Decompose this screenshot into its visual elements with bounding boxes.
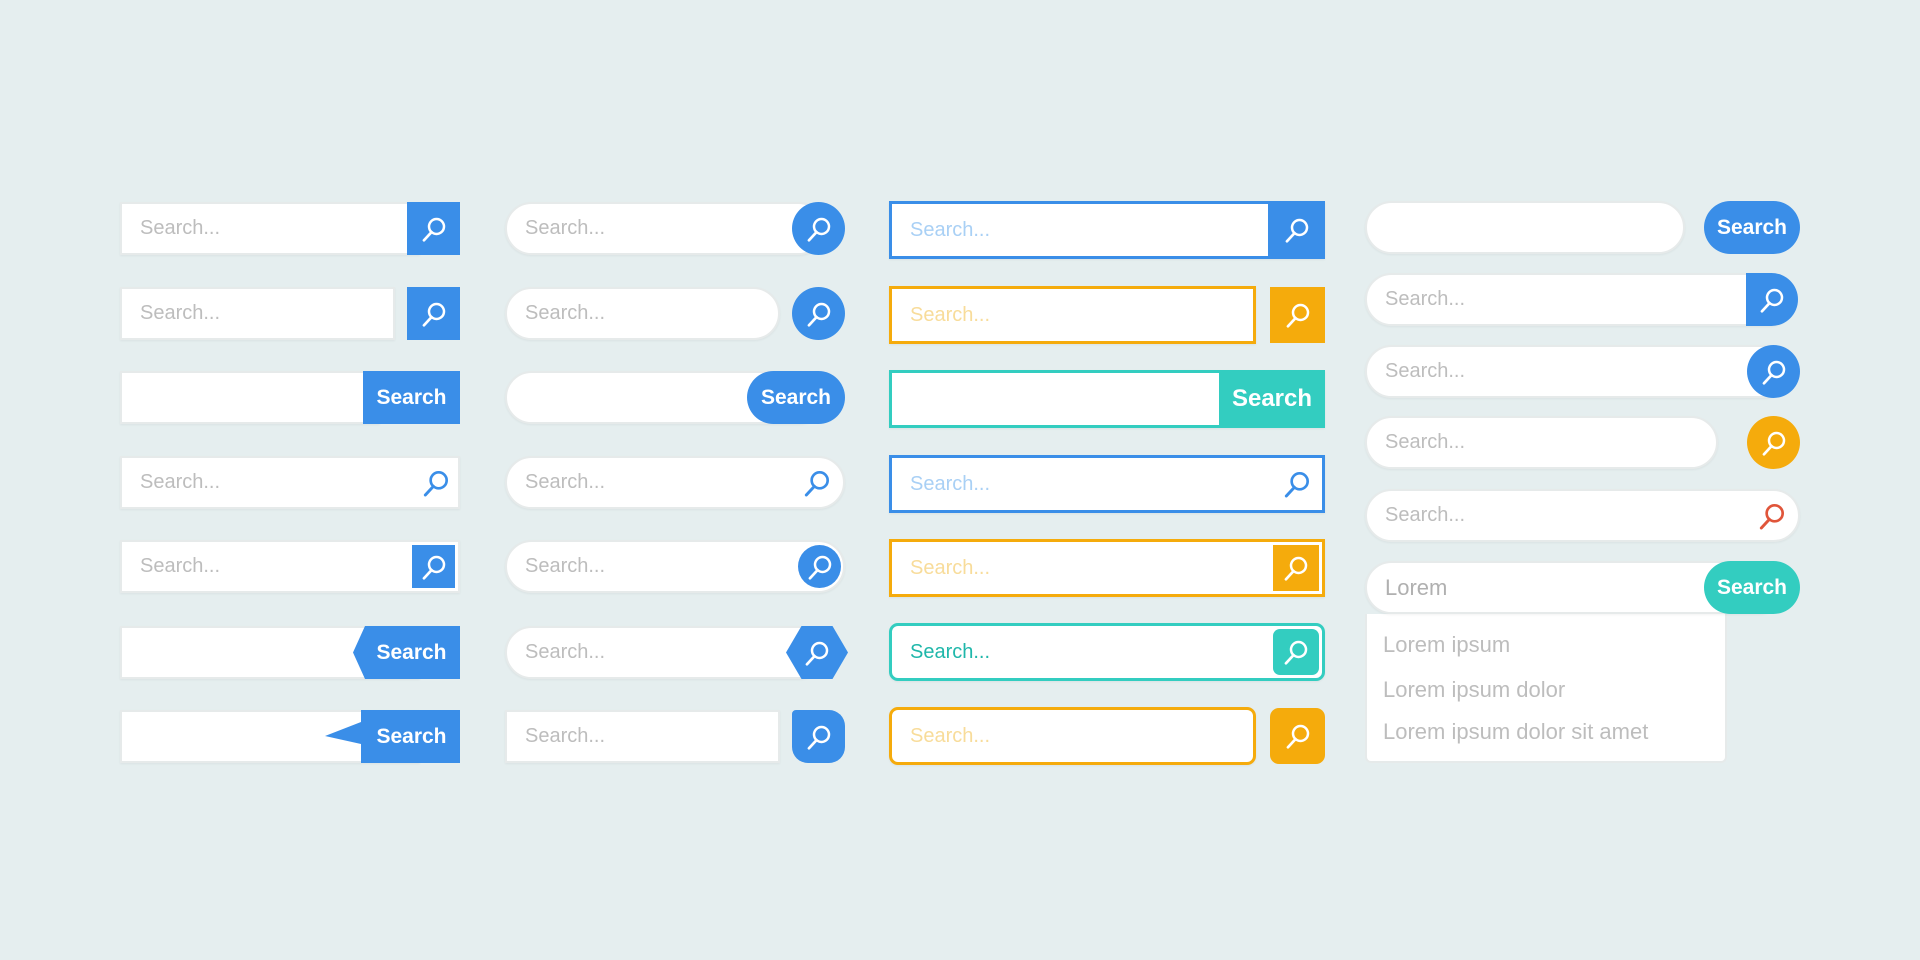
magnifier-icon bbox=[802, 638, 832, 668]
magnifier-icon[interactable] bbox=[1756, 500, 1788, 532]
search-input[interactable]: Search... bbox=[1365, 273, 1795, 326]
magnifier-icon[interactable] bbox=[420, 467, 452, 499]
search-bar-15: Search... bbox=[889, 201, 1325, 259]
search-button[interactable] bbox=[1747, 345, 1800, 398]
search-input[interactable] bbox=[1365, 201, 1685, 254]
search-bar-1: Search... bbox=[120, 202, 460, 255]
magnifier-icon bbox=[1283, 300, 1313, 330]
search-input[interactable]: Search... bbox=[505, 540, 845, 593]
magnifier-icon bbox=[1759, 357, 1789, 387]
search-input[interactable]: Search... bbox=[505, 456, 845, 509]
search-input[interactable]: Search... bbox=[1365, 489, 1800, 542]
magnifier-icon[interactable] bbox=[1281, 468, 1313, 500]
magnifier-icon bbox=[419, 552, 449, 582]
search-bar-10: Search bbox=[505, 371, 845, 424]
search-button[interactable] bbox=[1273, 629, 1319, 675]
search-button[interactable] bbox=[1273, 545, 1319, 591]
search-input[interactable]: Search... bbox=[505, 626, 825, 679]
magnifier-icon bbox=[804, 722, 834, 752]
search-bar-27: Lorem Search bbox=[1365, 561, 1800, 614]
search-button[interactable] bbox=[407, 287, 460, 340]
search-bar-13: Search... bbox=[505, 626, 848, 679]
search-bar-3: Search bbox=[120, 371, 460, 424]
search-input[interactable]: Search... bbox=[505, 287, 780, 340]
search-bar-8: Search... bbox=[505, 202, 845, 255]
suggestion-item[interactable]: Lorem ipsum dolor bbox=[1383, 677, 1565, 703]
search-input[interactable]: Search... bbox=[505, 710, 780, 763]
search-bar-21: Search... bbox=[889, 707, 1325, 765]
search-input[interactable]: Search... bbox=[889, 539, 1325, 597]
magnifier-icon bbox=[805, 552, 835, 582]
search-button[interactable] bbox=[798, 545, 841, 588]
search-button[interactable] bbox=[407, 202, 460, 255]
search-bar-25: Search... bbox=[1365, 416, 1800, 469]
search-bar-12: Search... bbox=[505, 540, 845, 593]
search-bar-9: Search... bbox=[505, 287, 845, 340]
search-bar-6: Search bbox=[120, 626, 460, 679]
magnifier-icon bbox=[419, 299, 449, 329]
search-bar-11: Search... bbox=[505, 456, 845, 509]
search-input[interactable]: Search... bbox=[505, 202, 825, 255]
search-input[interactable]: Search... bbox=[889, 623, 1325, 681]
search-bar-2: Search... bbox=[120, 287, 460, 340]
search-button[interactable] bbox=[792, 202, 845, 255]
search-input[interactable]: Search... bbox=[1365, 416, 1718, 469]
search-button[interactable]: Search bbox=[353, 626, 460, 679]
search-button[interactable] bbox=[412, 545, 455, 588]
magnifier-icon bbox=[419, 214, 449, 244]
search-input[interactable]: Search... bbox=[1365, 345, 1790, 398]
magnifier-icon bbox=[1282, 215, 1312, 245]
search-bar-23: Search... bbox=[1365, 273, 1800, 326]
magnifier-icon bbox=[1281, 553, 1311, 583]
search-bar-24: Search... bbox=[1365, 345, 1800, 398]
search-bar-14: Search... bbox=[505, 710, 845, 763]
search-bar-4: Search... bbox=[120, 456, 460, 509]
search-button[interactable] bbox=[792, 287, 845, 340]
suggestion-item[interactable]: Lorem ipsum bbox=[1383, 632, 1510, 658]
magnifier-icon bbox=[804, 214, 834, 244]
search-button[interactable] bbox=[1270, 287, 1325, 343]
suggestion-item[interactable]: Lorem ipsum dolor sit amet bbox=[1383, 719, 1648, 745]
search-input[interactable]: Search... bbox=[120, 202, 420, 255]
search-button[interactable] bbox=[792, 710, 845, 763]
magnifier-icon bbox=[804, 299, 834, 329]
search-bar-18: Search... bbox=[889, 455, 1325, 513]
search-input[interactable]: Search... bbox=[889, 286, 1256, 344]
search-button[interactable] bbox=[1747, 416, 1800, 469]
search-button[interactable]: Search bbox=[747, 371, 845, 424]
search-bar-16: Search... bbox=[889, 286, 1325, 344]
search-input[interactable]: Search... bbox=[889, 201, 1325, 259]
magnifier-icon bbox=[1281, 637, 1311, 667]
search-bar-26: Search... bbox=[1365, 489, 1800, 542]
search-input[interactable]: Search... bbox=[120, 456, 460, 509]
search-bar-7: Search bbox=[120, 710, 460, 763]
search-bar-20: Search... bbox=[889, 623, 1325, 681]
search-button[interactable]: Search bbox=[363, 371, 460, 424]
search-bar-5: Search... bbox=[120, 540, 460, 593]
search-input[interactable]: Search... bbox=[889, 707, 1256, 765]
search-button[interactable] bbox=[1268, 201, 1325, 259]
search-input[interactable]: Search... bbox=[120, 287, 395, 340]
search-button[interactable] bbox=[1746, 273, 1798, 326]
autocomplete-dropdown: Lorem ipsum Lorem ipsum dolor Lorem ipsu… bbox=[1365, 614, 1727, 763]
search-button[interactable]: Search bbox=[1704, 201, 1800, 254]
search-button[interactable] bbox=[1270, 708, 1325, 764]
magnifier-icon bbox=[1283, 721, 1313, 751]
search-button[interactable]: Search bbox=[1704, 561, 1800, 614]
search-button[interactable]: Search bbox=[1219, 370, 1325, 428]
search-input[interactable] bbox=[120, 371, 380, 424]
search-input[interactable]: Search... bbox=[889, 455, 1325, 513]
magnifier-icon bbox=[1759, 428, 1789, 458]
search-bar-19: Search... bbox=[889, 539, 1325, 597]
magnifier-icon[interactable] bbox=[801, 467, 833, 499]
search-input[interactable]: Search... bbox=[120, 540, 460, 593]
search-bar-17: Search bbox=[889, 370, 1325, 428]
search-bar-22: Search bbox=[1365, 201, 1800, 254]
magnifier-icon bbox=[1757, 285, 1787, 315]
